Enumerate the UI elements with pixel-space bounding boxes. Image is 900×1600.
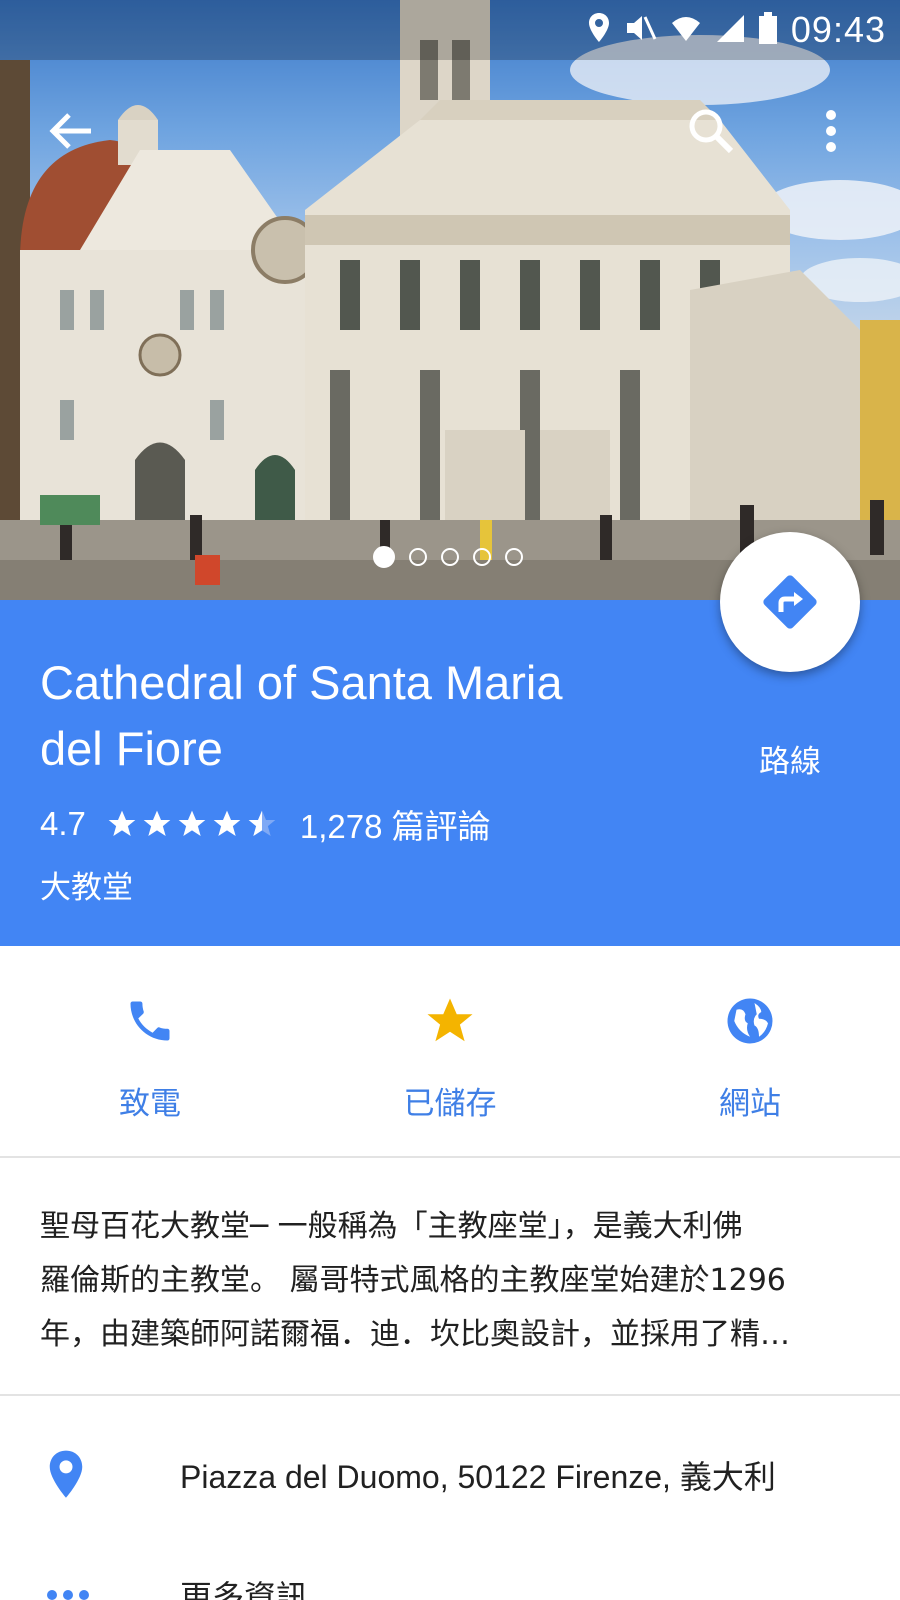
place-title: Cathedral of Santa Maria del Fiore <box>40 650 660 782</box>
battery-icon <box>758 12 777 48</box>
gallery-dot[interactable] <box>373 546 395 568</box>
website-label: 網站 <box>719 1086 781 1122</box>
directions-icon <box>763 575 817 629</box>
back-button[interactable] <box>36 96 106 166</box>
section-divider <box>0 1394 900 1396</box>
address-row[interactable]: Piazza del Duomo, 50122 Firenze, 義大利 <box>0 1420 900 1530</box>
globe-icon <box>723 986 777 1056</box>
star-icon <box>143 810 171 836</box>
rating-value: 4.7 <box>40 805 86 842</box>
directions-button[interactable] <box>720 532 860 672</box>
more-info-text: 更多資訊 <box>180 1579 309 1600</box>
status-time: 09:43 <box>790 9 886 50</box>
saved-label: 已儲存 <box>403 1086 497 1122</box>
directions-label[interactable]: 路線 <box>720 736 860 781</box>
place-photo-gallery[interactable]: 09:43 <box>0 0 900 600</box>
mute-icon <box>625 13 657 47</box>
star-half-icon <box>248 810 276 836</box>
gallery-dot[interactable] <box>441 548 459 566</box>
star-rating <box>106 808 278 840</box>
rating-row[interactable]: 4.7 1,278 篇評論 <box>40 800 491 848</box>
call-button[interactable]: 致電 <box>0 946 300 1156</box>
place-title-line2: del Fiore <box>40 722 223 775</box>
description-line: 年，由建築師阿諾爾福．迪．坎比奧設計，並採用了精… <box>40 1317 790 1352</box>
search-button[interactable] <box>676 96 746 166</box>
phone-icon <box>124 986 176 1056</box>
more-info-row[interactable]: 更多資訊 <box>0 1540 900 1600</box>
action-bar: 致電 已儲存 網站 <box>0 946 900 1158</box>
address-text: Piazza del Duomo, 50122 Firenze, 義大利 <box>180 1459 776 1495</box>
arrow-left-icon <box>49 113 91 149</box>
place-category: 大教堂 <box>40 870 133 906</box>
review-count: 1,278 篇評論 <box>299 808 491 845</box>
gallery-dot[interactable] <box>409 548 427 566</box>
location-icon <box>587 12 611 48</box>
website-button[interactable]: 網站 <box>600 946 900 1156</box>
search-icon <box>689 109 734 154</box>
place-details-screen: 09:43 Cathedral of Santa Maria del Fiore… <box>0 0 900 1600</box>
star-icon <box>423 986 477 1056</box>
place-description[interactable]: 聖母百花大教堂─ 一般稱為「主教座堂」，是義大利佛 羅倫斯的主教堂。 屬哥特式風… <box>40 1200 870 1362</box>
signal-icon <box>715 13 745 47</box>
status-bar: 09:43 <box>0 0 900 60</box>
gallery-dot[interactable] <box>473 548 491 566</box>
place-title-line1: Cathedral of Santa Maria <box>40 656 563 709</box>
wifi-icon <box>671 13 701 47</box>
description-line: 羅倫斯的主教堂。 屬哥特式風格的主教座堂始建於1296 <box>40 1263 786 1298</box>
more-options-button[interactable] <box>796 96 866 166</box>
call-label: 致電 <box>119 1086 181 1122</box>
location-pin-icon <box>0 1449 180 1501</box>
star-icon <box>178 810 206 836</box>
star-icon <box>108 810 136 836</box>
gallery-page-indicator <box>373 546 523 568</box>
gallery-dot[interactable] <box>505 548 523 566</box>
more-vertical-icon <box>826 110 836 152</box>
star-icon <box>213 810 241 836</box>
cathedral-photo <box>0 0 900 600</box>
description-line: 聖母百花大教堂─ 一般稱為「主教座堂」，是義大利佛 <box>40 1209 743 1244</box>
saved-button[interactable]: 已儲存 <box>300 946 600 1156</box>
more-horizontal-icon <box>0 1589 180 1600</box>
